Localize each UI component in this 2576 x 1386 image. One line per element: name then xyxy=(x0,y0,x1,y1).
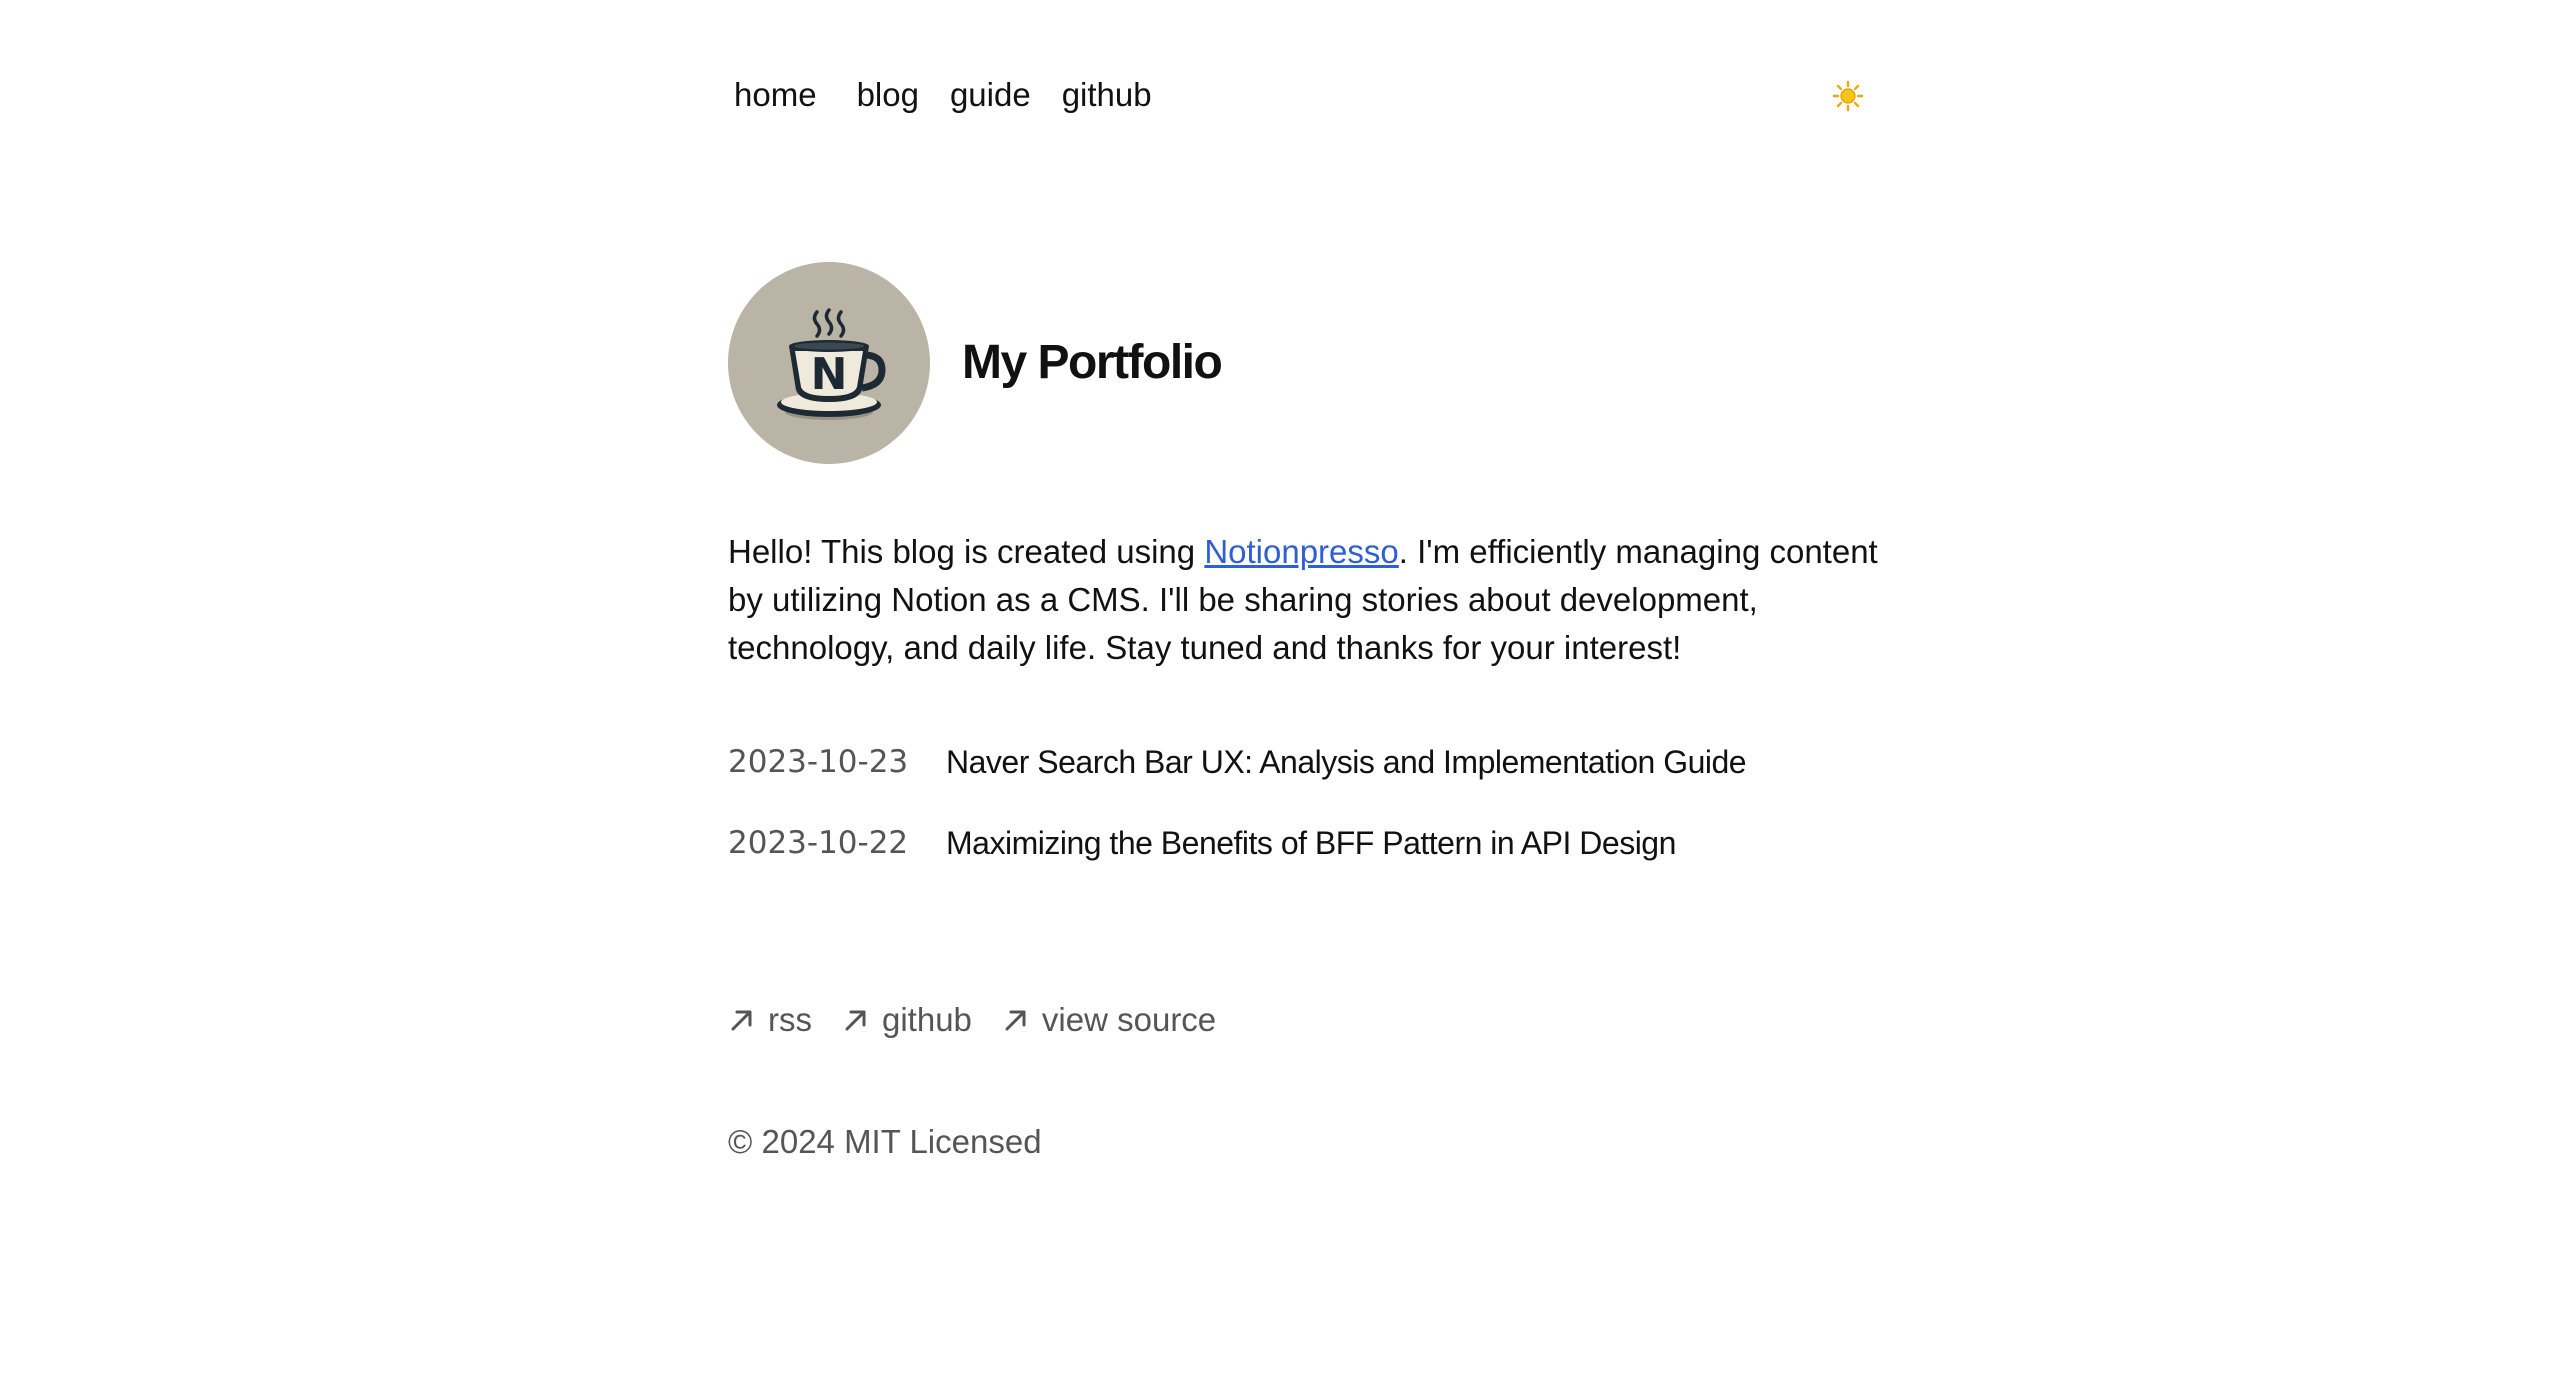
footer-link-label: rss xyxy=(768,1001,812,1038)
profile-header: N My Portfolio xyxy=(728,262,1223,464)
copyright-text: © 2024 MIT Licensed xyxy=(728,1123,1042,1160)
arrow-up-right-icon xyxy=(731,1010,752,1031)
post-title-link[interactable]: Naver Search Bar UX: Analysis and Implem… xyxy=(946,744,1747,781)
post-title-link[interactable]: Maximizing the Benefits of BFF Pattern i… xyxy=(946,825,1676,862)
theme-toggle-button[interactable] xyxy=(1828,76,1868,116)
arrow-up-right-icon xyxy=(845,1010,866,1031)
sun-icon xyxy=(1832,80,1864,112)
notionpresso-link[interactable]: Notionpresso xyxy=(1204,533,1398,570)
footer-link-github[interactable]: github xyxy=(842,1001,972,1039)
page-title: My Portfolio xyxy=(962,336,1223,389)
list-item[interactable]: 2023-10-23 Naver Search Bar UX: Analysis… xyxy=(728,738,1878,786)
nav-link-github[interactable]: github xyxy=(1062,76,1152,114)
nav-link-guide[interactable]: guide xyxy=(950,76,1031,114)
footer-link-label: view source xyxy=(1041,1001,1217,1038)
arrow-up-right-icon xyxy=(1005,1010,1026,1031)
post-date: 2023-10-22 xyxy=(728,825,909,861)
list-item[interactable]: 2023-10-22 Maximizing the Benefits of BF… xyxy=(728,819,1878,867)
top-nav: home blog guide github xyxy=(728,70,1878,120)
avatar: N xyxy=(728,262,930,464)
footer-link-rss[interactable]: rss xyxy=(728,1001,812,1039)
nav-link-blog[interactable]: blog xyxy=(857,76,919,114)
post-list: 2023-10-23 Naver Search Bar UX: Analysis… xyxy=(728,738,1878,900)
nav-links: home blog guide github xyxy=(734,70,1183,120)
post-date: 2023-10-23 xyxy=(728,744,909,780)
svg-text:N: N xyxy=(811,349,848,400)
nav-link-home[interactable]: home xyxy=(734,76,817,114)
intro-text-before: Hello! This blog is created using xyxy=(728,533,1205,570)
coffee-cup-logo-icon: N xyxy=(777,308,886,420)
intro-paragraph: Hello! This blog is created using Notion… xyxy=(728,528,1908,672)
footer-links: rss github view source xyxy=(728,998,1246,1042)
footer-link-view-source[interactable]: view source xyxy=(1002,1001,1216,1039)
footer-link-label: github xyxy=(882,1001,972,1038)
